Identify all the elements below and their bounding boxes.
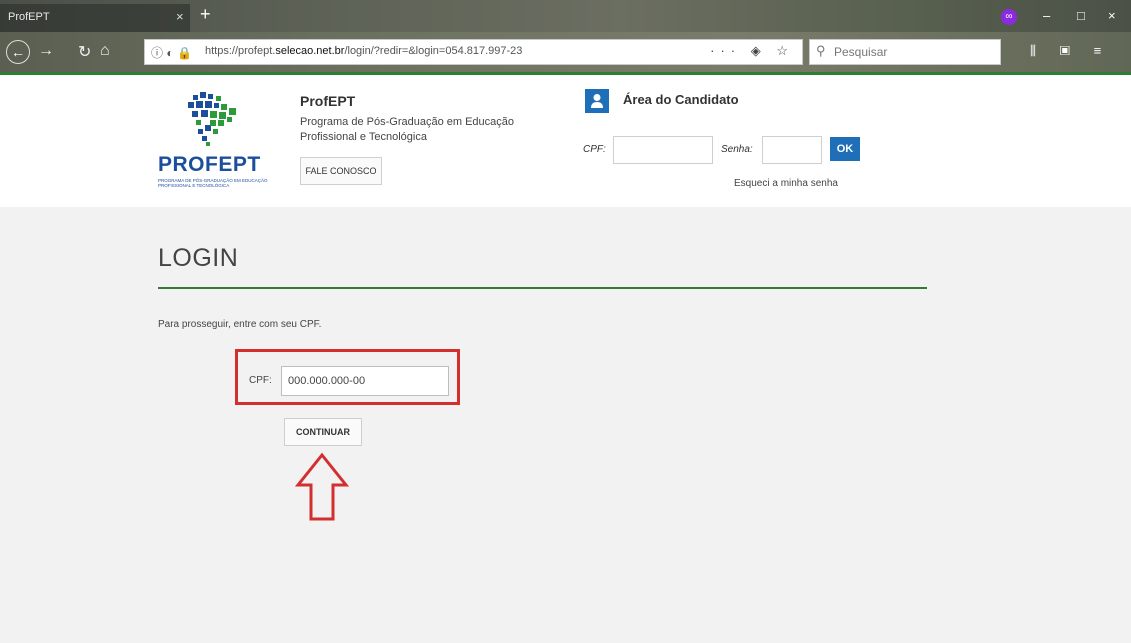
back-arrow-icon[interactable]: ← [6,40,30,64]
library-icon[interactable]: ⫼ ▣ ≡ [1030,43,1111,59]
browser-tab-bar: ProfEPT × + ∞ – □ × [0,0,1131,32]
page-actions-icon[interactable]: ··· ◈ ☆ [710,43,794,59]
ok-button[interactable]: OK [830,137,860,161]
logo-map-icon [188,92,236,146]
senha-input[interactable] [762,136,822,164]
senha-label: Senha: [721,144,753,155]
site-info-icon[interactable]: ⓘ ◐ 🔒 [151,44,192,61]
lock-icon: 🔒 [176,46,192,60]
address-bar[interactable]: ⓘ ◐ 🔒 https://profept.selecao.net.br/log… [144,39,803,65]
browser-nav-bar: ← → ↻ ⌂ ⓘ ◐ 🔒 https://profept.selecao.ne… [0,32,1131,72]
instruction-text: Para prosseguir, entre com seu CPF. [158,319,322,330]
close-window-icon[interactable]: × [1108,8,1116,23]
brand-description: Programa de Pós-Graduação em Educação Pr… [300,116,515,143]
search-icon: ⚲ [816,43,826,58]
logo-subtitle: PROGRAMA DE PÓS-GRADUAÇÃO EM EDUCAÇÃO PR… [158,178,268,188]
forward-arrow-icon[interactable]: → [38,42,54,60]
new-tab-icon[interactable]: + [200,4,211,25]
continuar-button[interactable]: CONTINUAR [284,418,362,446]
title-divider [158,287,927,289]
user-icon [585,89,609,113]
header-cpf-label: CPF: [583,144,606,155]
tab-title: ProfEPT [8,11,50,23]
cpf-input[interactable] [281,366,449,396]
cpf-label: CPF: [249,375,272,386]
search-box[interactable]: ⚲ Pesquisar [809,39,1001,65]
page-title: LOGIN [158,244,239,272]
profept-logo[interactable]: PROFEPT PROGRAMA DE PÓS-GRADUAÇÃO EM EDU… [158,89,268,201]
header-cpf-input[interactable] [613,136,713,164]
search-placeholder: Pesquisar [834,45,888,59]
fale-conosco-button[interactable]: FALE CONOSCO [300,157,382,185]
tab-close-icon[interactable]: × [176,9,184,24]
up-arrow-annotation-icon [294,452,350,521]
url-text[interactable]: https://profept.selecao.net.br/login/?re… [205,45,522,57]
site-header: PROFEPT PROGRAMA DE PÓS-GRADUAÇÃO EM EDU… [0,75,1131,207]
extension-icon[interactable]: ∞ [1001,9,1017,25]
reload-icon[interactable]: ↻ [78,42,91,62]
minimize-icon[interactable]: – [1043,8,1050,23]
brand-title: ProfEPT [300,93,356,109]
forgot-password-link[interactable]: Esqueci a minha senha [734,178,838,189]
maximize-icon[interactable]: □ [1077,8,1085,23]
home-icon[interactable]: ⌂ [100,42,110,60]
area-candidato-title: Área do Candidato [623,92,739,107]
browser-tab[interactable]: ProfEPT × [0,4,190,32]
logo-wordmark: PROFEPT [158,153,261,176]
